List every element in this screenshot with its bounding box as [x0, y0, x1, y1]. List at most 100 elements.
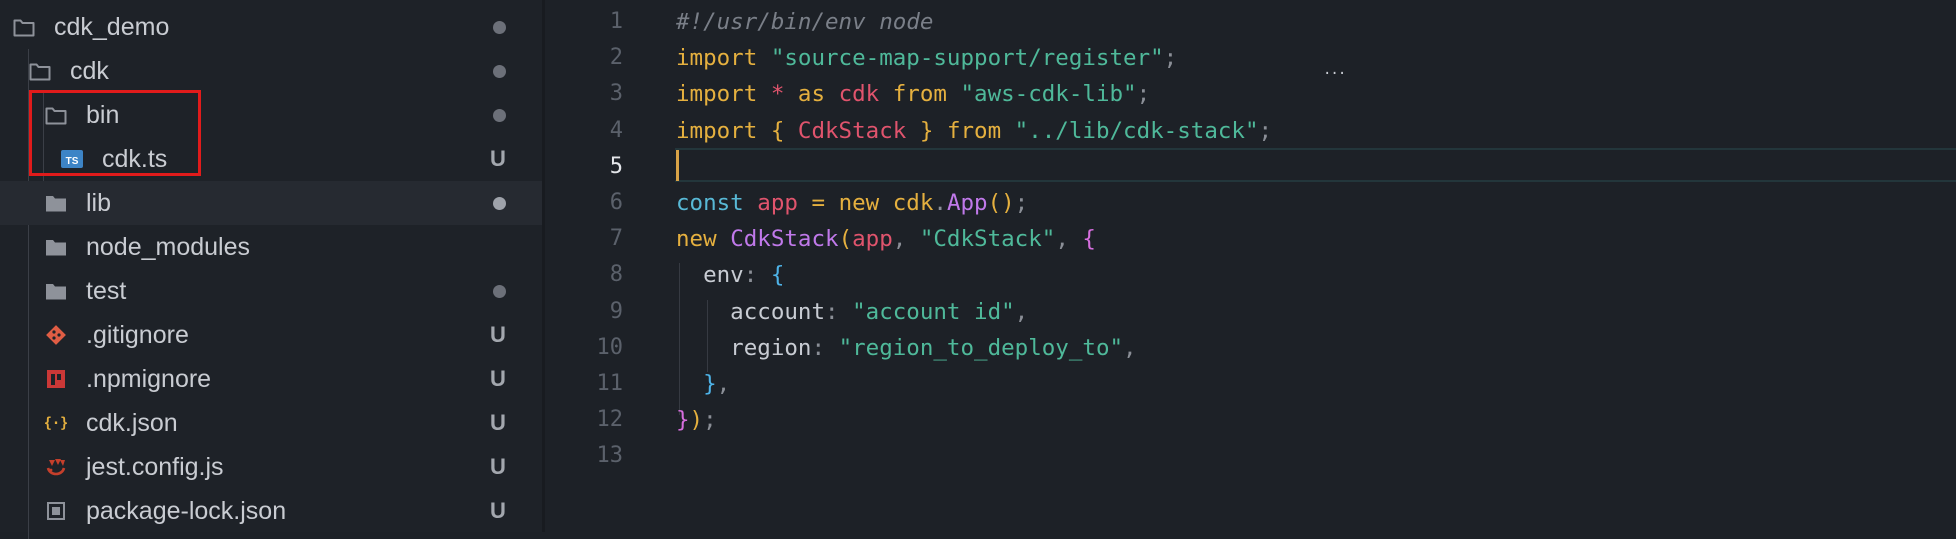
- tree-item-npmignore[interactable]: .npmignore U: [0, 357, 542, 401]
- code-token: =: [811, 190, 839, 216]
- line-number: 5: [609, 153, 623, 179]
- code-line[interactable]: });: [676, 402, 717, 438]
- code-token: from: [946, 117, 1015, 144]
- code-line[interactable]: import * as cdk from "aws-cdk-lib";: [676, 76, 1150, 112]
- modified-dot-indicator: [493, 285, 506, 298]
- line-number: 10: [596, 334, 624, 360]
- code-token: }: [919, 117, 947, 144]
- code-token: }: [676, 407, 690, 434]
- code-token: const: [676, 190, 758, 216]
- tree-item-label: package-lock.json: [86, 497, 287, 525]
- code-token: :: [811, 334, 839, 361]
- folder-filled-icon: [45, 236, 67, 258]
- code-token: import: [676, 117, 771, 144]
- untracked-badge: U: [490, 366, 506, 391]
- tree-item-label: test: [86, 277, 127, 305]
- code-token: {: [770, 117, 798, 144]
- code-token: from: [892, 81, 961, 108]
- code-token: {: [1082, 226, 1096, 253]
- code-line[interactable]: #!/usr/bin/env node: [676, 4, 933, 40]
- svg-text:{·}: {·}: [45, 416, 67, 432]
- tree-item-gitignore[interactable]: .gitignore U: [0, 313, 542, 357]
- folder-filled-icon: [45, 280, 67, 302]
- code-token: ,: [716, 371, 731, 397]
- code-token: ,: [892, 226, 920, 253]
- tree-item-test[interactable]: test: [0, 269, 542, 313]
- tree-item-label: cdk.json: [86, 409, 178, 437]
- code-token: ;: [1258, 117, 1273, 144]
- npm-icon: [45, 368, 67, 390]
- package-lock-icon: [45, 500, 67, 522]
- code-line[interactable]: const app = new cdk.App();: [676, 185, 1028, 221]
- code-token: App: [946, 190, 988, 216]
- code-token: env: [676, 262, 744, 289]
- code-token: app: [852, 226, 893, 253]
- code-token: import: [676, 81, 771, 108]
- code-line[interactable]: env: {: [676, 257, 784, 293]
- code-token: cdk: [838, 81, 893, 108]
- code-token: import: [676, 45, 771, 72]
- code-line[interactable]: },: [676, 366, 730, 402]
- code-token: "aws-cdk-lib": [960, 81, 1137, 108]
- line-number: 13: [596, 443, 624, 469]
- code-token: ): [689, 407, 704, 434]
- code-token: new: [676, 226, 731, 253]
- code-token: region: [676, 334, 812, 361]
- tree-item-lib[interactable]: lib: [0, 181, 542, 225]
- modified-dot-indicator: [493, 65, 506, 78]
- tree-item-label: .gitignore: [86, 321, 189, 349]
- code-token: #!/usr/bin/env node: [676, 9, 934, 35]
- file-explorer: cdk_demo cdk bin TS cdk.ts Ulib node_modules te…: [0, 0, 542, 539]
- modified-dot-indicator: [493, 197, 506, 210]
- tree-item-jest-config-js[interactable]: jest.config.js U: [0, 445, 542, 489]
- modified-dot-indicator: [493, 109, 506, 122]
- tree-item-label: .npmignore: [86, 365, 212, 393]
- line-number: 1: [609, 9, 623, 34]
- code-token: CdkStack: [797, 117, 920, 144]
- text-cursor: [676, 150, 679, 181]
- tree-item-cdk[interactable]: cdk: [0, 49, 542, 93]
- code-token: new: [838, 190, 893, 216]
- untracked-badge: U: [490, 454, 506, 479]
- untracked-badge: U: [490, 410, 506, 435]
- tree-item-package-lock-json[interactable]: package-lock.json U: [0, 489, 542, 533]
- code-token: ,: [1123, 334, 1137, 361]
- code-token: "../lib/cdk-stack": [1014, 117, 1259, 144]
- tree-item-node-modules[interactable]: node_modules: [0, 225, 542, 269]
- line-number: 2: [609, 45, 623, 71]
- current-line-highlight: [675, 148, 1956, 182]
- code-token: ,: [1014, 298, 1029, 325]
- untracked-badge: U: [490, 322, 506, 347]
- line-number: 8: [609, 262, 623, 288]
- code-token: (): [987, 190, 1015, 216]
- code-token: "region_to_deploy_to": [838, 334, 1124, 361]
- code-token: "source-map-support/register": [770, 45, 1164, 72]
- git-icon: [45, 324, 67, 346]
- code-token: {: [770, 262, 785, 289]
- line-number: 7: [609, 226, 623, 252]
- code-token: CdkStack: [730, 226, 839, 253]
- highlight-box: [29, 90, 201, 176]
- code-token: ;: [1163, 45, 1178, 72]
- untracked-badge: U: [490, 498, 506, 523]
- code-line[interactable]: new CdkStack(app, "CdkStack", {: [676, 221, 1096, 257]
- tree-item-label: lib: [86, 189, 112, 217]
- code-token: }: [703, 371, 717, 397]
- modified-dot-indicator: [493, 21, 506, 34]
- code-token: app: [757, 190, 812, 216]
- folder-outline-icon: [13, 16, 35, 38]
- code-line[interactable]: region: "region_to_deploy_to",: [676, 330, 1137, 366]
- code-token: ;: [1136, 81, 1151, 108]
- code-editor[interactable]: ··· 1 #!/usr/bin/env node 2 import "source-…: [545, 0, 1956, 532]
- tree-item-cdk-demo[interactable]: cdk_demo: [0, 5, 542, 49]
- jest-icon: [45, 456, 67, 478]
- code-line[interactable]: import { CdkStack } from "../lib/cdk-sta…: [676, 113, 1272, 149]
- code-token: cdk: [892, 190, 934, 216]
- code-line[interactable]: import "source-map-support/register";: [676, 40, 1177, 76]
- code-line[interactable]: account: "account id",: [676, 294, 1028, 330]
- tree-item-cdk-json[interactable]: {·} cdk.json U: [0, 401, 542, 445]
- diagnostic-dots: ···: [1323, 66, 1346, 82]
- code-token: ;: [703, 407, 717, 434]
- tree-item-label: cdk_demo: [54, 13, 170, 41]
- line-number: 11: [596, 371, 624, 396]
